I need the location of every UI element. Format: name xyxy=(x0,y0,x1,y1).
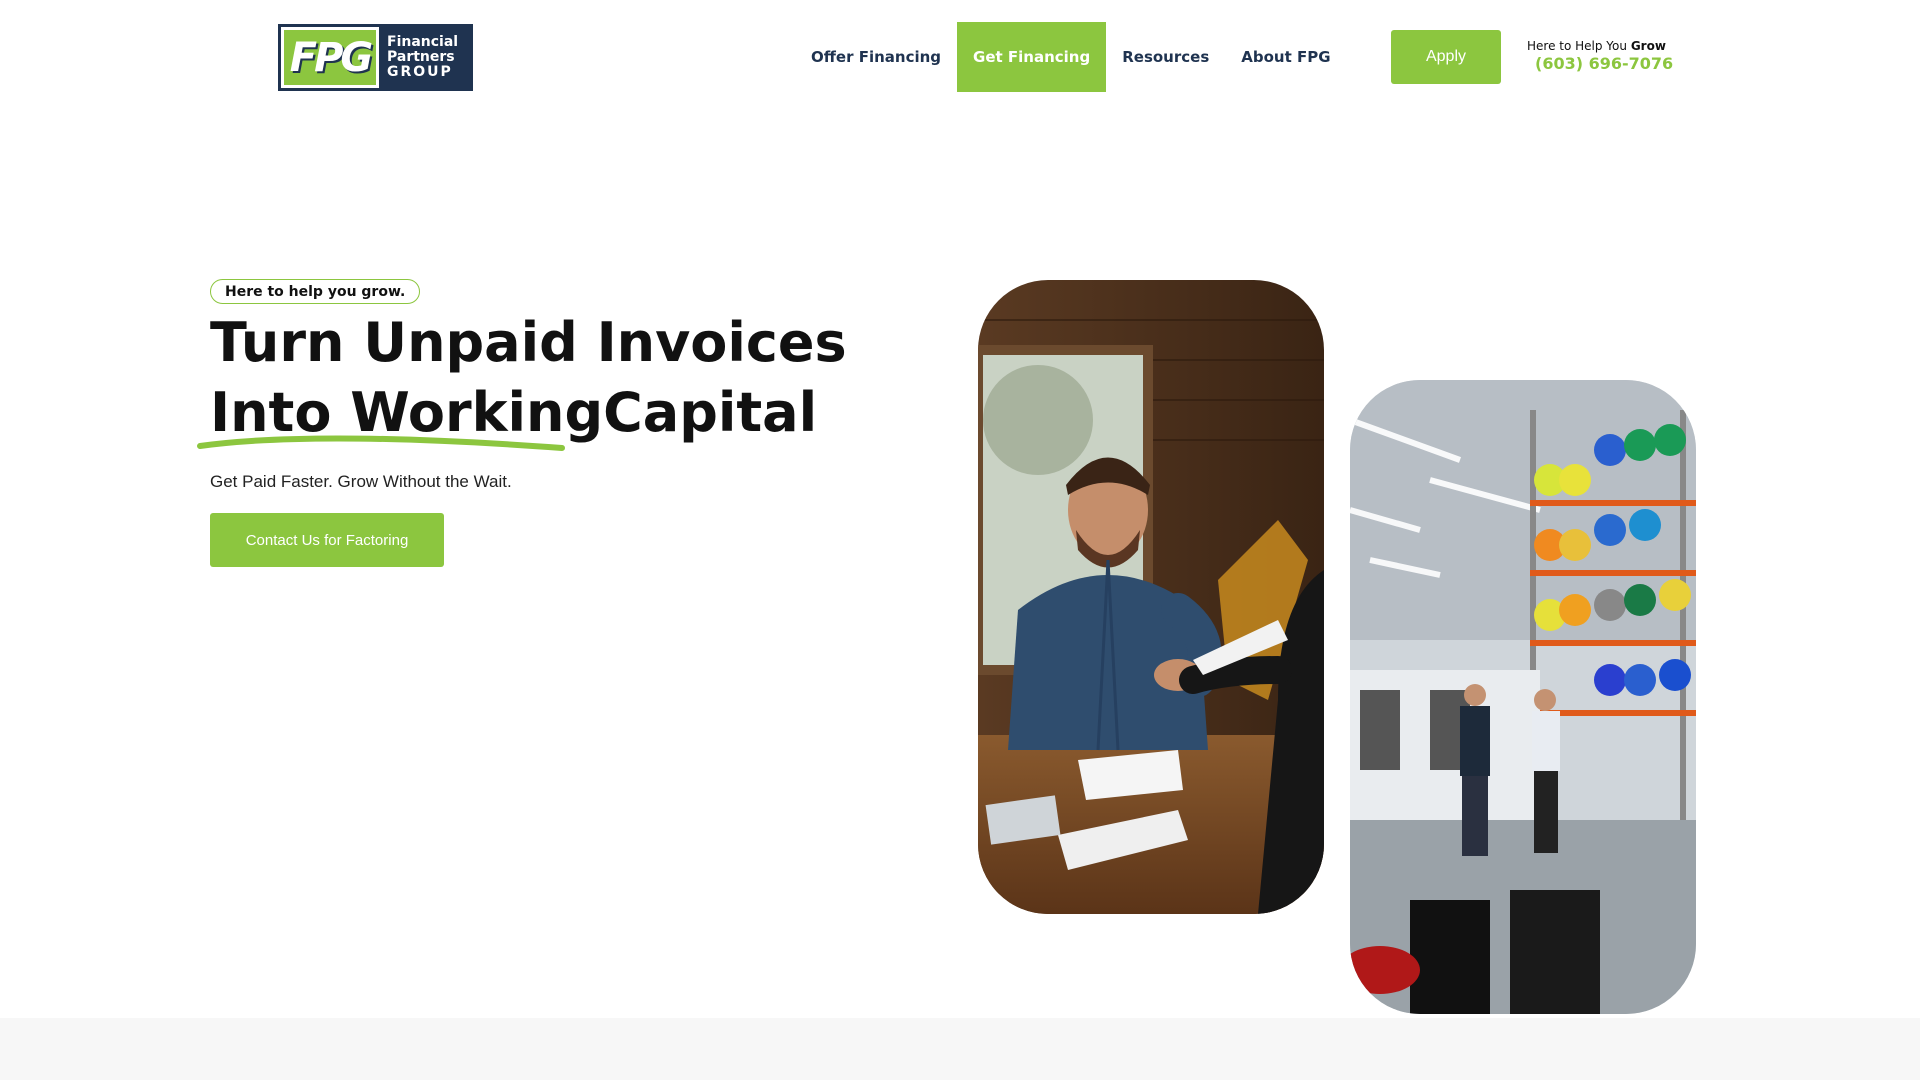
headline-line-1: Turn Unpaid Invoices xyxy=(210,311,847,374)
tagline-pill: Here to help you grow. xyxy=(210,279,421,304)
logo-mark: FPG xyxy=(281,27,379,88)
nav-get-financing[interactable]: Get Financing xyxy=(957,22,1107,92)
help-text: Here to Help You Grow xyxy=(1527,39,1673,53)
business-handshake-photo xyxy=(978,280,1324,914)
headline-underline-swoosh xyxy=(197,435,565,451)
factory-handshake-photo xyxy=(1350,380,1696,1014)
hero-subhead: Get Paid Faster. Grow Without the Wait. xyxy=(210,472,512,491)
nav-resources[interactable]: Resources xyxy=(1106,22,1225,92)
nav-offer-financing[interactable]: Offer Financing xyxy=(795,22,957,92)
apply-button[interactable]: Apply xyxy=(1391,30,1501,84)
logo-wordmark: Financial Partners GROUP xyxy=(379,27,470,88)
logo-line-2: Partners xyxy=(387,49,455,65)
help-contact: Here to Help You Grow (603) 696-7076 xyxy=(1527,39,1673,73)
logo-line-3: GROUP xyxy=(387,64,453,80)
nav-about-fpg[interactable]: About FPG xyxy=(1225,22,1346,92)
logo-line-1: Financial xyxy=(387,34,459,50)
help-text-bold: Grow xyxy=(1630,39,1666,53)
fpg-logo[interactable]: FPG Financial Partners GROUP xyxy=(278,24,473,91)
contact-factoring-button[interactable]: Contact Us for Factoring xyxy=(210,513,444,567)
main-nav: Offer Financing Get Financing Resources … xyxy=(795,22,1347,92)
phone-link[interactable]: (603) 696-7076 xyxy=(1535,54,1673,73)
next-section-band xyxy=(0,1018,1920,1080)
help-text-regular: Here to Help You xyxy=(1527,39,1631,53)
